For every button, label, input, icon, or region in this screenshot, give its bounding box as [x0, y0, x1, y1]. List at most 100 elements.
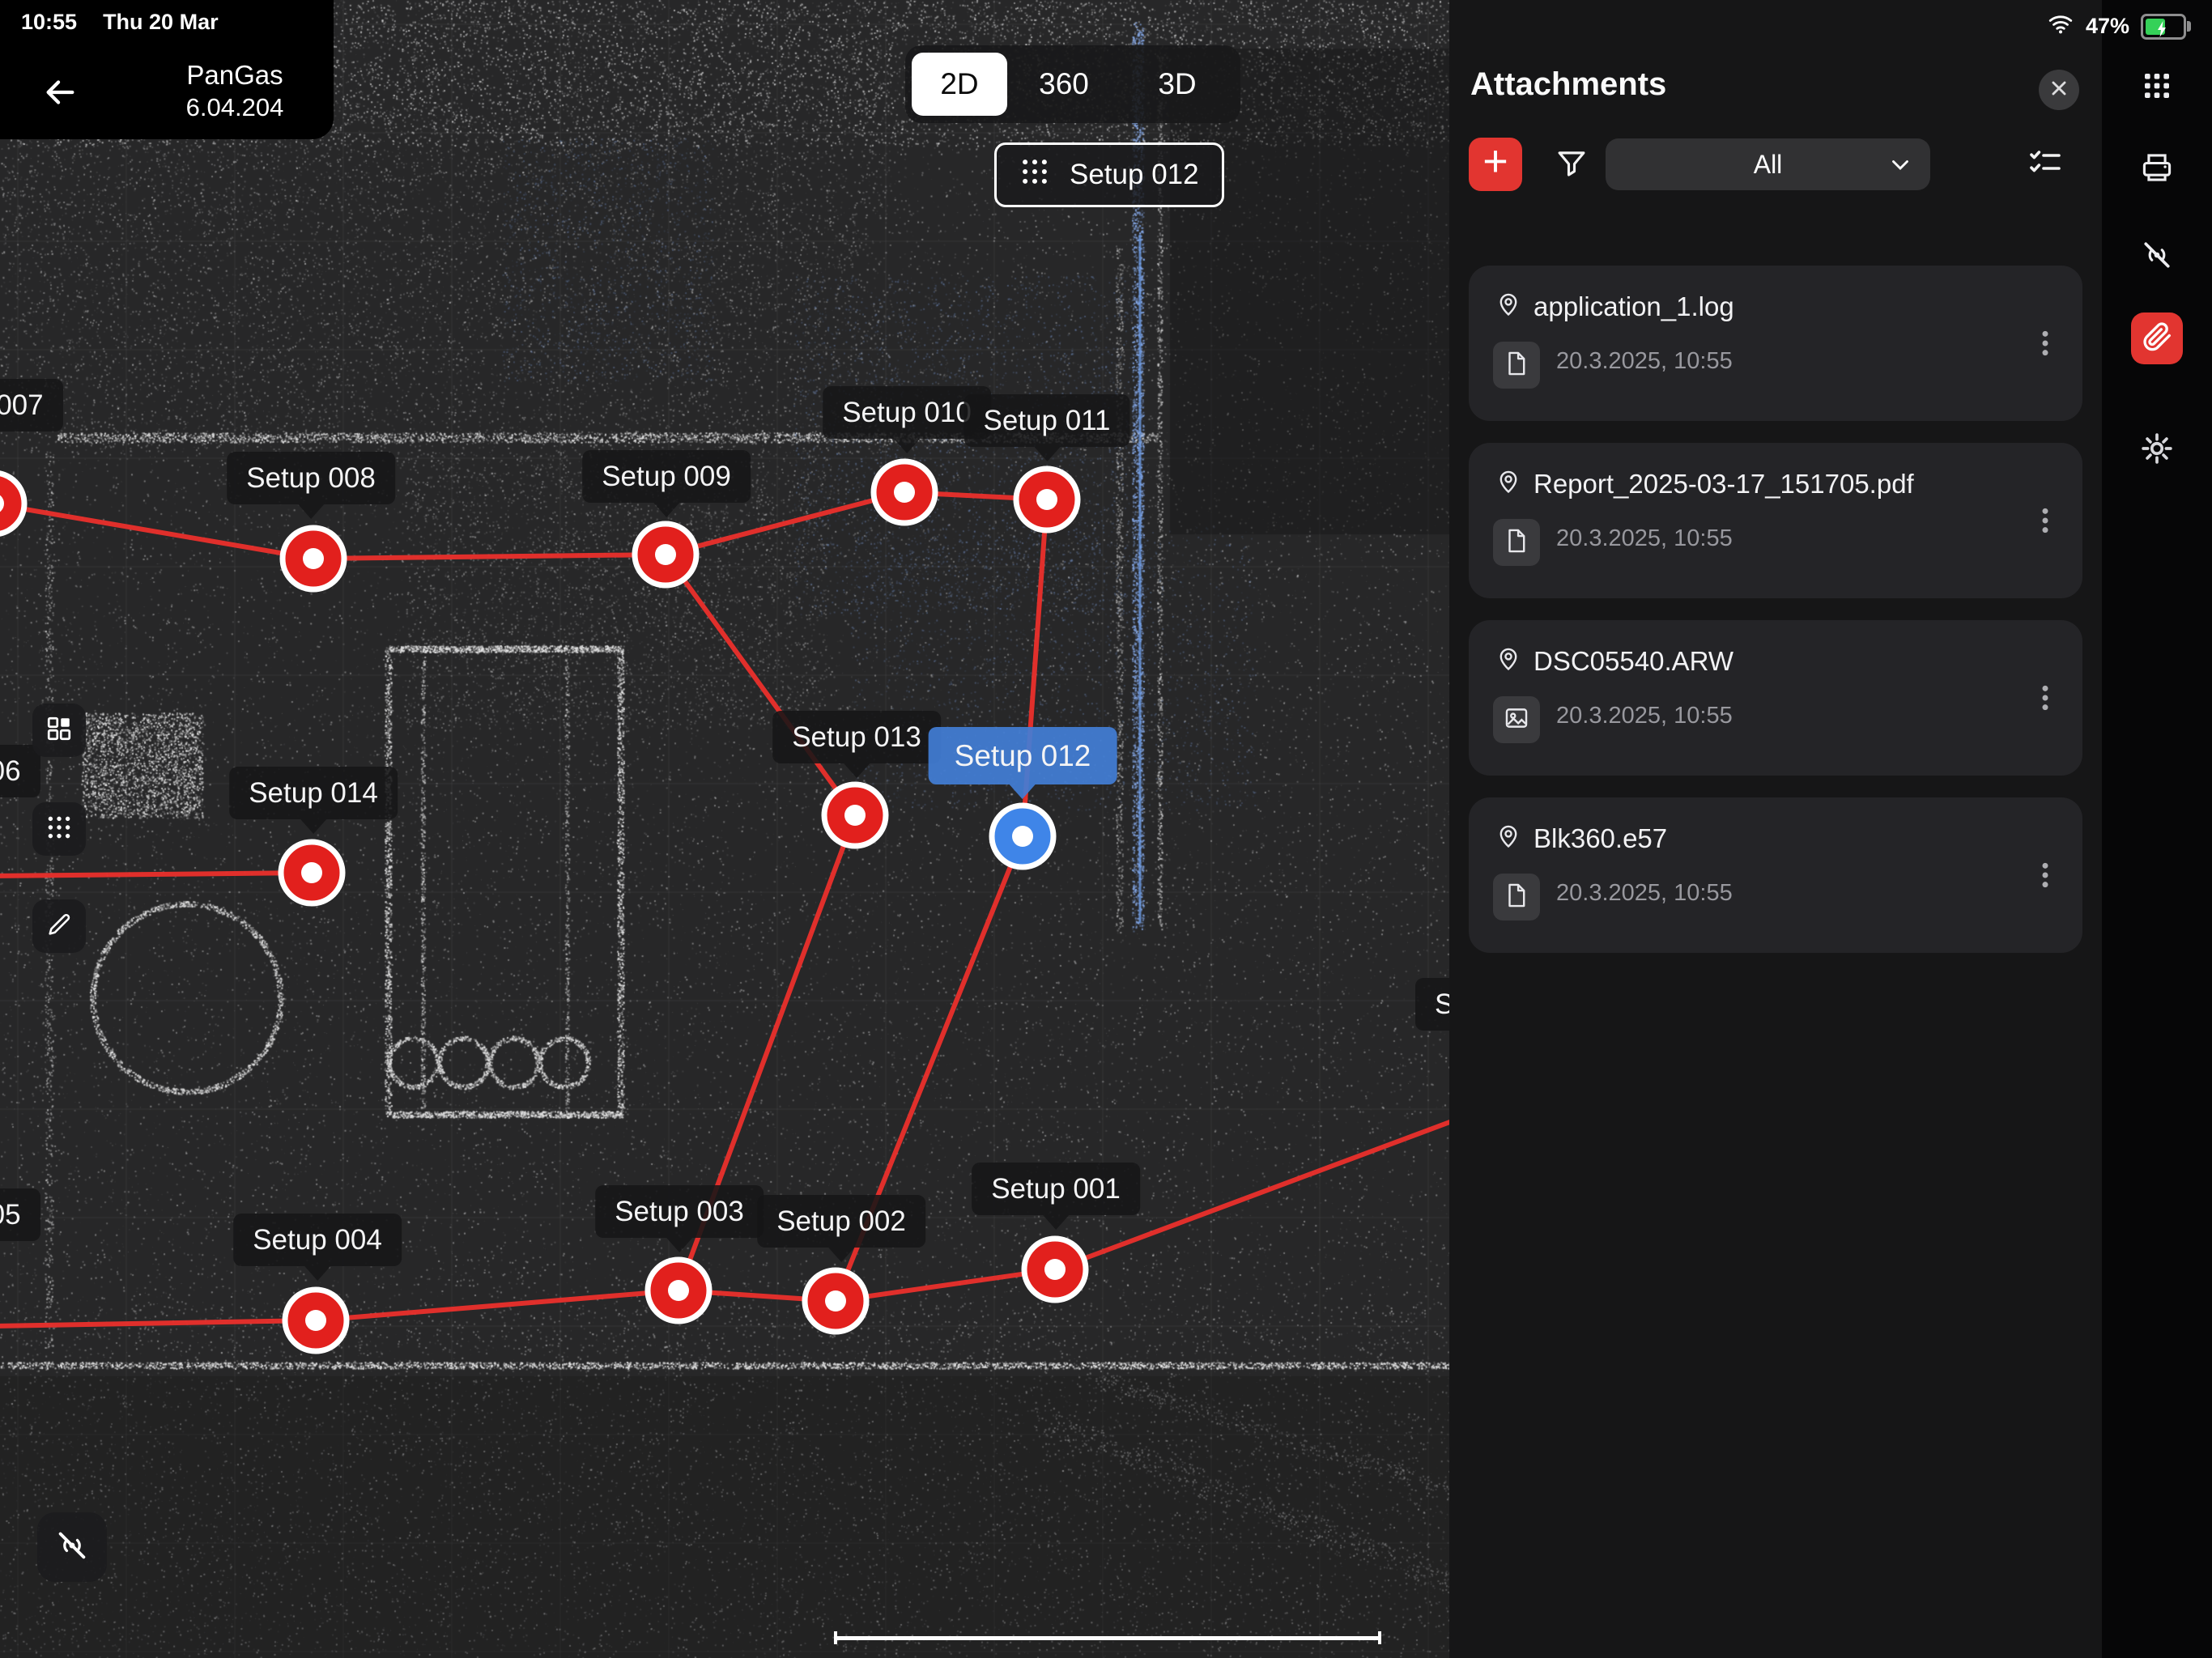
- setup-label-setup-013[interactable]: Setup 013: [772, 711, 941, 763]
- setup-marker-setup-011[interactable]: [1016, 469, 1078, 530]
- right-rail: [2102, 0, 2212, 1658]
- setup-marker-setup-008[interactable]: [283, 528, 344, 589]
- attachment-menu-button[interactable]: [2026, 325, 2065, 364]
- live-off-button[interactable]: [37, 1512, 107, 1582]
- attachment-thumbnail: [1493, 874, 1540, 920]
- broadcast-off-icon: [2139, 237, 2175, 277]
- tab-3d[interactable]: 3D: [1121, 53, 1234, 116]
- filter-dropdown[interactable]: All: [1606, 138, 1930, 190]
- setup-label-setup-008[interactable]: Setup 008: [227, 452, 395, 504]
- checklist-icon: [2026, 144, 2065, 187]
- scanner-icon: [2139, 150, 2175, 189]
- clock: 10:55: [21, 10, 77, 35]
- setup-marker-setup-014[interactable]: [281, 842, 342, 903]
- attachment-menu-button[interactable]: [2026, 680, 2065, 719]
- attachment-card[interactable]: Blk360.e5720.3.2025, 10:55: [1469, 797, 2082, 953]
- add-attachment-button[interactable]: +: [1469, 138, 1522, 191]
- multi-select-button[interactable]: [2024, 144, 2066, 186]
- setup-label-setup-014[interactable]: Setup 014: [229, 767, 398, 819]
- annotate-button[interactable]: [32, 899, 86, 953]
- tab-2d[interactable]: 2D: [912, 53, 1007, 116]
- filter-button[interactable]: [1553, 147, 1590, 184]
- project-version: 6.04.204: [146, 91, 324, 124]
- setup-label-setup-009[interactable]: Setup 009: [582, 450, 751, 503]
- battery-icon: [2141, 14, 2186, 40]
- attachments-list: application_1.log20.3.2025, 10:55Report_…: [1449, 266, 2102, 975]
- setup-label-setup-005[interactable]: Setup 005: [0, 1188, 40, 1241]
- paperclip-icon: [2141, 321, 2173, 357]
- marker-dot: [655, 544, 676, 565]
- setup-label-setup-004[interactable]: Setup 004: [233, 1214, 402, 1266]
- setup-marker-setup-010[interactable]: [874, 461, 935, 523]
- attachment-name: DSC05540.ARW: [1534, 646, 1733, 677]
- attachment-menu-button[interactable]: [2026, 857, 2065, 896]
- setup-marker-setup-001[interactable]: [1024, 1239, 1086, 1300]
- setup-label-setup-011[interactable]: Setup 011: [964, 394, 1130, 447]
- attachment-thumbnail: [1493, 342, 1540, 389]
- setup-label-setup-007[interactable]: Setup 007: [0, 379, 63, 432]
- active-setup-chip[interactable]: Setup 012: [994, 142, 1224, 207]
- wifi-icon: [2047, 10, 2074, 43]
- attachment-name: application_1.log: [1534, 291, 1734, 322]
- setup-label-setup-002[interactable]: Setup 002: [757, 1195, 925, 1248]
- arrow-left-icon: [41, 74, 79, 115]
- scanner-button[interactable]: [2131, 143, 2183, 195]
- setup-marker-setup-013[interactable]: [824, 784, 886, 846]
- setup-label-setup-001[interactable]: Setup 001: [972, 1163, 1140, 1215]
- attachment-menu-button[interactable]: [2026, 503, 2065, 542]
- map-scale-bar: [834, 1636, 1381, 1640]
- attachment-date: 20.3.2025, 10:55: [1556, 525, 1733, 552]
- setup-label-setup-003[interactable]: Setup 003: [595, 1185, 764, 1238]
- settings-button[interactable]: [2131, 424, 2183, 476]
- marker-dot: [301, 862, 322, 883]
- move-handle-icon: [1019, 156, 1050, 194]
- marker-dot: [305, 1310, 326, 1331]
- marker-dot: [1044, 1259, 1066, 1280]
- setup-marker-setup-007[interactable]: [0, 473, 24, 534]
- attachment-date: 20.3.2025, 10:55: [1556, 703, 1733, 729]
- view-mode-switcher: 2D 360 3D: [905, 45, 1240, 123]
- project-info: PanGas 6.04.204: [146, 58, 324, 125]
- filter-dropdown-value: All: [1754, 150, 1783, 180]
- document-file-icon: [1503, 350, 1530, 381]
- attachment-card[interactable]: application_1.log 20.3.2025, 10:55: [1469, 266, 2082, 421]
- attachment-card[interactable]: Report_2025-03-17_151705.pdf 20.3.2025, 1…: [1469, 443, 2082, 598]
- tab-360[interactable]: 360: [1007, 53, 1121, 116]
- top-left-bar: 10:55 Thu 20 Mar PanGas 6.04.204: [0, 0, 334, 139]
- setup-label-setup-012[interactable]: Setup 012: [929, 727, 1117, 784]
- image-file-icon: [1503, 704, 1530, 736]
- attachment-date: 20.3.2025, 10:55: [1556, 880, 1733, 907]
- active-setup-chip-label: Setup 012: [1070, 159, 1199, 191]
- status-right: 47%: [2047, 10, 2186, 43]
- location-pin-icon: [1495, 822, 1522, 849]
- attachment-card[interactable]: DSC05540.ARW 20.3.2025, 10:55: [1469, 620, 2082, 776]
- back-button[interactable]: [39, 73, 81, 115]
- move-tool-button[interactable]: [32, 802, 86, 856]
- setup-marker-setup-004[interactable]: [285, 1290, 347, 1351]
- route-line-5: [0, 873, 312, 876]
- apps-grid-button[interactable]: [2131, 62, 2183, 113]
- move-handle-icon: [45, 814, 73, 845]
- marker-dot: [844, 805, 866, 826]
- setup-label-setup-006[interactable]: Setup 006: [0, 745, 40, 797]
- broadcast-off-icon: [53, 1527, 91, 1568]
- setup-marker-setup-009[interactable]: [635, 524, 696, 585]
- attachments-button[interactable]: [2131, 312, 2183, 364]
- setup-marker-setup-003[interactable]: [648, 1260, 709, 1321]
- document-file-icon: [1503, 882, 1530, 913]
- attachments-panel: Attachments + All application_1.log20.3.…: [1449, 0, 2102, 1658]
- broadcast-off-button[interactable]: [2131, 231, 2183, 283]
- setup-marker-setup-002[interactable]: [805, 1270, 866, 1332]
- attachment-name: Report_2025-03-17_151705.pdf: [1534, 469, 1914, 500]
- gear-icon: [2139, 431, 2175, 470]
- project-title: PanGas: [146, 58, 324, 91]
- battery-percent: 47%: [2086, 14, 2129, 39]
- document-file-icon: [1503, 527, 1530, 559]
- charging-bolt-icon: [2156, 18, 2167, 43]
- location-pin-icon: [1495, 290, 1522, 317]
- attachment-date: 20.3.2025, 10:55: [1556, 348, 1733, 375]
- setup-marker-setup-012[interactable]: [992, 806, 1053, 867]
- tiles-view-button[interactable]: [32, 704, 86, 757]
- kebab-icon: [2029, 504, 2061, 541]
- close-panel-button[interactable]: [2039, 70, 2079, 110]
